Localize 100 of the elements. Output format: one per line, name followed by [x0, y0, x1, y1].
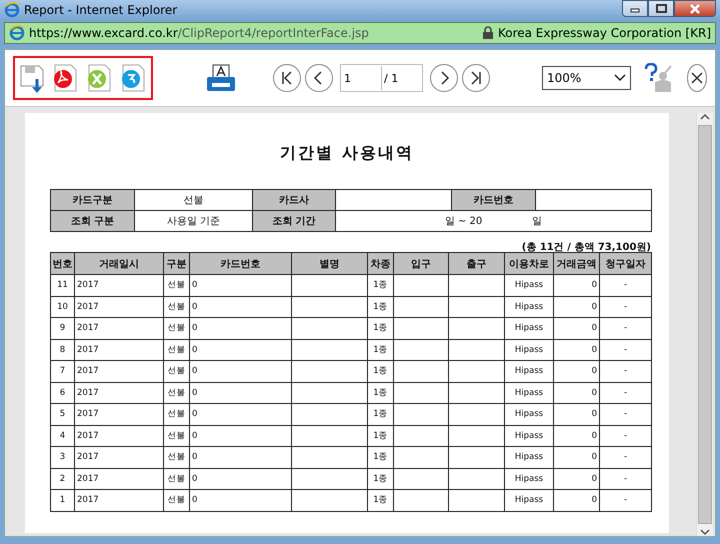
printer-button[interactable] — [205, 64, 237, 92]
info-label-cell: 카드번호 — [452, 190, 536, 210]
chevron-down-icon — [614, 74, 626, 82]
minimize-button[interactable] — [622, 0, 648, 17]
table-cell: 선불 — [164, 382, 190, 404]
vertical-scrollbar[interactable] — [696, 113, 713, 536]
table-cell: 1종 — [368, 296, 394, 318]
table-cell: - — [600, 382, 652, 404]
table-cell: 11 — [50, 274, 74, 296]
scrollbar-thumb[interactable] — [698, 125, 712, 524]
pdf-button[interactable] — [51, 63, 79, 93]
table-cell: - — [600, 425, 652, 446]
table-cell: 0 — [190, 446, 292, 468]
table-cell: 2017 — [74, 425, 164, 446]
zoom-dropdown[interactable]: 100% — [542, 66, 631, 90]
address-bar[interactable]: https://www.excard.co.kr/ClipReport4/reportInterFace.jsp Korea Expressway Corporation [KR] — [4, 22, 716, 44]
scroll-down-icon — [700, 528, 710, 536]
table-cell: 2017 — [74, 296, 164, 318]
table-cell: 선불 — [164, 274, 190, 296]
table-cell: 2017 — [74, 318, 164, 339]
summary-text: (총 11건 / 총액 73,100원) — [522, 242, 651, 253]
table-cell: 2017 — [74, 404, 164, 425]
page-total: / 1 — [383, 72, 400, 84]
maximize-button[interactable] — [648, 0, 674, 17]
page-number-field[interactable]: 1 / 1 — [340, 64, 423, 92]
table-cell: 1종 — [368, 490, 394, 511]
table-cell: 0 — [554, 318, 600, 339]
maximize-icon — [656, 4, 666, 13]
table-cell: 0 — [554, 360, 600, 382]
table-cell: 3 — [50, 446, 74, 468]
first-page-button[interactable] — [273, 64, 301, 92]
table-cell: 선불 — [164, 425, 190, 446]
report-title: 기간별 사용내역 — [279, 143, 415, 164]
hwp-icon — [119, 63, 147, 93]
table-cell: Hipass — [504, 339, 554, 360]
help-button[interactable] — [642, 63, 673, 93]
table-cell: 2017 — [74, 274, 164, 296]
table-cell: 1종 — [368, 274, 394, 296]
table-cell: Hipass — [504, 296, 554, 318]
table-cell: 1종 — [368, 425, 394, 446]
table-cell: 2017 — [74, 382, 164, 404]
table-cell: 선불 — [164, 490, 190, 511]
table-cell: 8 — [50, 339, 74, 360]
info-label-cell: 조회 기간 — [252, 210, 336, 232]
table-cell: - — [600, 490, 652, 511]
table-cell: - — [600, 274, 652, 296]
table-cell: 1종 — [368, 468, 394, 490]
table-cell: 2017 — [74, 339, 164, 360]
table-cell: 1 — [50, 490, 74, 511]
table-cell: 0 — [554, 339, 600, 360]
table-cell: 9 — [50, 318, 74, 339]
table-cell: 6 — [50, 382, 74, 404]
last-page-button[interactable] — [462, 64, 490, 92]
close-viewer-icon — [690, 71, 704, 85]
table-cell: 2017 — [74, 360, 164, 382]
next-page-button[interactable] — [430, 64, 458, 92]
info-label-cell: 조회 구분 — [50, 210, 134, 232]
window-title: Report - Internet Explorer — [24, 2, 178, 16]
column-header: 거래일시 — [74, 252, 164, 274]
table-cell: 0 — [554, 425, 600, 446]
table-cell: 1종 — [368, 360, 394, 382]
close-button[interactable] — [674, 0, 716, 17]
table-cell: 1종 — [368, 382, 394, 404]
table-cell: 0 — [190, 468, 292, 490]
column-header: 구분 — [164, 252, 190, 274]
table-cell: 0 — [190, 425, 292, 446]
table-cell: 선불 — [164, 339, 190, 360]
table-cell: Hipass — [504, 382, 554, 404]
table-cell: 10 — [50, 296, 74, 318]
table-cell: 1종 — [368, 404, 394, 425]
table-cell: - — [600, 296, 652, 318]
table-cell: - — [600, 318, 652, 339]
table-cell: Hipass — [504, 446, 554, 468]
info-label-cell: 카드사 — [252, 190, 336, 210]
column-header: 출구 — [448, 252, 504, 274]
table-cell: 0 — [190, 490, 292, 511]
save-button[interactable] — [19, 63, 45, 93]
hwp-button[interactable] — [119, 63, 147, 93]
column-header: 입구 — [394, 252, 448, 274]
last-page-icon — [469, 71, 483, 85]
table-cell: 0 — [554, 404, 600, 425]
previous-page-button[interactable] — [305, 64, 333, 92]
table-cell: 1종 — [368, 318, 394, 339]
column-header: 번호 — [50, 252, 74, 274]
table-cell: 4 — [50, 425, 74, 446]
table-cell: 0 — [190, 339, 292, 360]
table-cell: 2017 — [74, 490, 164, 511]
table-cell: 선불 — [164, 468, 190, 490]
table-cell: 0 — [554, 490, 600, 511]
certificate-label[interactable]: Korea Expressway Corporation [KR] — [498, 26, 711, 40]
column-header: 이용차로 — [504, 252, 554, 274]
ie-logo-icon — [9, 25, 25, 41]
info-value-cell: 사용일 기준 — [134, 210, 252, 232]
ie-logo-icon — [4, 2, 20, 18]
close-viewer-button[interactable] — [686, 64, 707, 92]
scroll-up-icon — [700, 113, 710, 121]
table-cell: 1종 — [368, 339, 394, 360]
table-cell: Hipass — [504, 404, 554, 425]
printer-icon — [205, 64, 237, 92]
table-cell: - — [600, 360, 652, 382]
